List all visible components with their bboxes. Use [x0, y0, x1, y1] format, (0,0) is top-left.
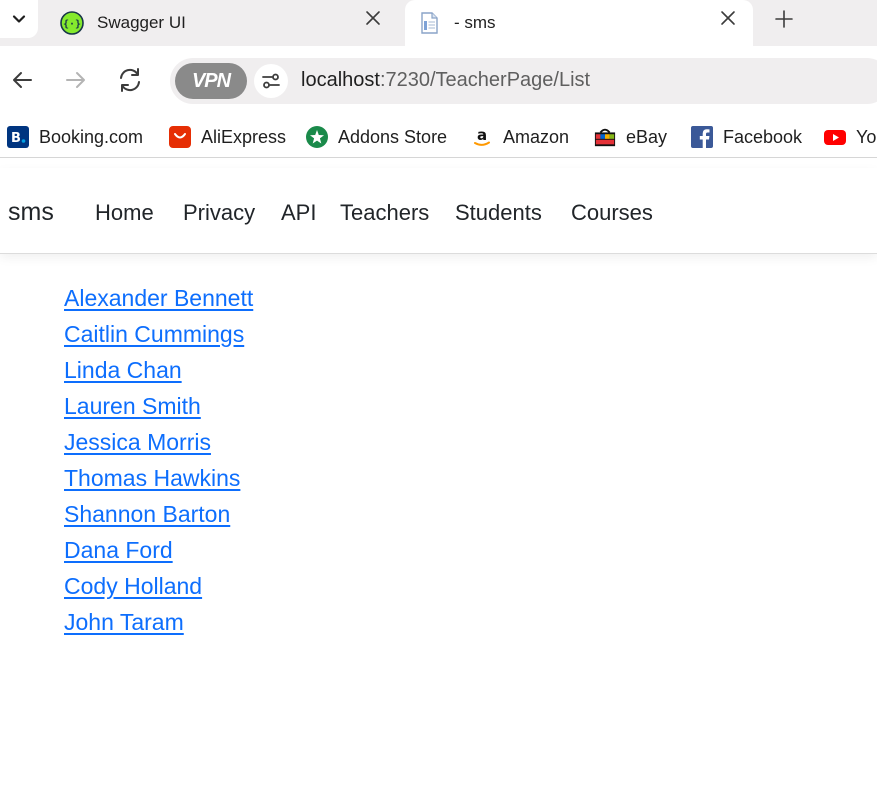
addons-store-icon — [306, 126, 328, 148]
youtube-icon — [824, 126, 846, 148]
teacher-link[interactable]: Shannon Barton — [64, 498, 253, 534]
bookmark-ebay[interactable]: eBay — [594, 124, 667, 150]
tab-strip: {·} Swagger UI - sms — [0, 0, 877, 46]
arrow-left-icon — [13, 72, 32, 88]
bookmarks-bar: B Booking.com AliExpress Addons Store a … — [0, 116, 877, 158]
swagger-icon: {·} — [60, 11, 84, 35]
browser-toolbar: VPN localhost:7230/TeacherPage/List — [0, 46, 877, 116]
arrow-right-icon — [66, 72, 85, 88]
tab-title: - sms — [454, 13, 496, 32]
site-navbar: sms Home Privacy API Teachers Students C… — [0, 168, 877, 254]
bookmark-label: AliExpress — [201, 126, 287, 147]
teacher-link[interactable]: John Taram — [64, 606, 253, 642]
nav-link-privacy[interactable]: Privacy — [183, 200, 255, 226]
tab-title: Swagger UI — [97, 13, 186, 32]
teacher-link[interactable]: Caitlin Cummings — [64, 318, 253, 354]
plus-icon — [775, 10, 793, 28]
close-icon — [721, 11, 735, 25]
bookmark-label: Addons Store — [338, 126, 448, 147]
bookmark-amazon[interactable]: a Amazon — [471, 124, 569, 150]
teacher-link[interactable]: Dana Ford — [64, 534, 253, 570]
teacher-link[interactable]: Linda Chan — [64, 354, 253, 390]
vpn-button[interactable]: VPN — [175, 63, 247, 99]
bookmark-facebook[interactable]: Facebook — [691, 124, 802, 150]
nav-link-api[interactable]: API — [281, 200, 316, 226]
teacher-link[interactable]: Lauren Smith — [64, 390, 253, 426]
close-icon — [366, 11, 380, 25]
address-bar[interactable]: VPN localhost:7230/TeacherPage/List — [170, 58, 877, 104]
teacher-link[interactable]: Jessica Morris — [64, 426, 253, 462]
bookmark-label: Facebook — [723, 126, 803, 147]
aliexpress-icon — [169, 126, 191, 148]
tab-sms[interactable]: - sms — [405, 0, 753, 46]
ebay-icon — [594, 126, 616, 148]
bookmark-label: You — [856, 126, 877, 147]
bookmark-booking[interactable]: B Booking.com — [7, 124, 143, 150]
nav-link-courses[interactable]: Courses — [571, 200, 653, 226]
url-host: localhost — [301, 69, 380, 91]
booking-icon: B — [7, 126, 29, 148]
nav-link-students[interactable]: Students — [455, 200, 542, 226]
url-path: :7230/TeacherPage/List — [379, 69, 591, 91]
bookmark-youtube[interactable]: You — [824, 124, 877, 150]
tab-swagger[interactable]: {·} Swagger UI — [48, 0, 398, 46]
forward-button[interactable] — [60, 64, 92, 96]
teacher-link[interactable]: Cody Holland — [64, 570, 253, 606]
teacher-list: Alexander Bennett Caitlin Cummings Linda… — [64, 282, 253, 642]
new-tab-button[interactable] — [770, 5, 798, 33]
bookmark-addons-store[interactable]: Addons Store — [306, 124, 447, 150]
teacher-link[interactable]: Alexander Bennett — [64, 282, 253, 318]
svg-text:B: B — [11, 131, 21, 146]
close-tab-button[interactable] — [362, 7, 384, 29]
bookmark-aliexpress[interactable]: AliExpress — [169, 124, 286, 150]
nav-link-home[interactable]: Home — [95, 200, 154, 226]
tune-icon — [262, 73, 280, 89]
bookmark-label: eBay — [626, 126, 668, 147]
vpn-label: VPN — [191, 69, 231, 92]
svg-text:a: a — [477, 126, 487, 144]
svg-text:{·}: {·} — [63, 19, 81, 30]
teacher-link[interactable]: Thomas Hawkins — [64, 462, 253, 498]
back-button[interactable] — [6, 64, 38, 96]
bookmark-label: Amazon — [503, 126, 570, 147]
chevron-down-icon — [12, 15, 26, 23]
facebook-icon — [691, 126, 713, 148]
reload-button[interactable] — [114, 64, 146, 96]
url-text[interactable]: localhost:7230/TeacherPage/List — [301, 69, 590, 92]
tab-search-button[interactable] — [0, 0, 38, 38]
navbar-brand[interactable]: sms — [8, 198, 54, 227]
bookmark-label: Booking.com — [39, 126, 144, 147]
amazon-icon: a — [471, 126, 493, 148]
reload-icon — [120, 68, 140, 92]
document-icon — [417, 11, 441, 35]
close-tab-button[interactable] — [717, 7, 739, 29]
site-info-button[interactable] — [254, 64, 288, 98]
nav-link-teachers[interactable]: Teachers — [340, 200, 429, 226]
